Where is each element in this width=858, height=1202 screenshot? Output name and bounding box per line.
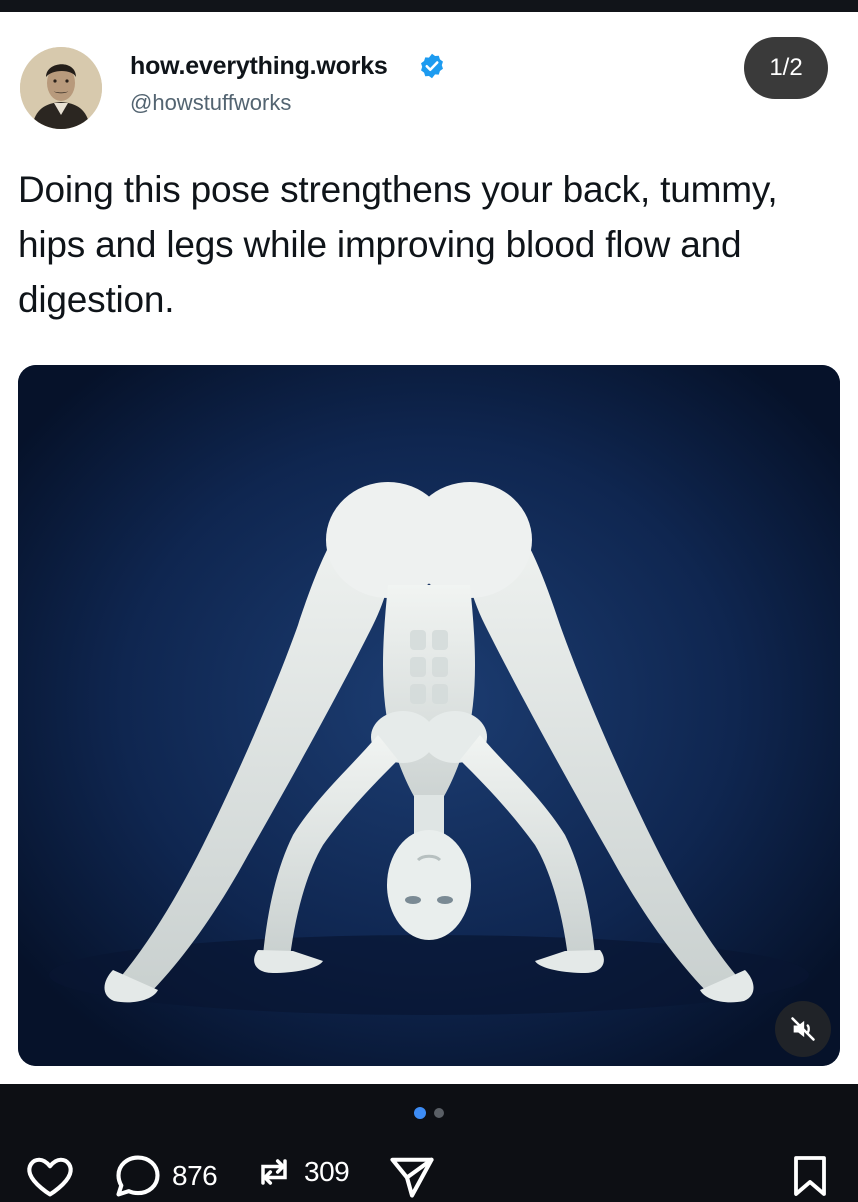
author-name[interactable]: how.everything.works xyxy=(130,52,388,81)
verified-icon xyxy=(421,53,443,79)
like-button[interactable] xyxy=(24,1150,76,1202)
share-icon xyxy=(390,1157,434,1198)
post-text: Doing this pose strengthens your back, t… xyxy=(18,169,778,320)
share-button[interactable] xyxy=(386,1150,438,1202)
mute-button[interactable] xyxy=(775,1001,831,1057)
heart-icon xyxy=(27,1157,73,1197)
carousel-dot-1[interactable] xyxy=(414,1107,426,1119)
bookmark-button[interactable] xyxy=(786,1150,834,1202)
avatar-portrait xyxy=(20,47,102,129)
post-media[interactable] xyxy=(18,365,840,1066)
page-indicator-badge: 1/2 xyxy=(744,37,828,99)
status-strip xyxy=(0,0,858,12)
avatar[interactable] xyxy=(20,47,102,129)
reply-icon xyxy=(116,1155,160,1197)
mute-icon xyxy=(791,1017,815,1041)
author-handle[interactable]: @howstuffworks xyxy=(130,90,291,116)
bookmark-icon xyxy=(794,1156,826,1196)
yoga-pose-illustration xyxy=(18,365,840,1066)
reply-button[interactable]: 876 xyxy=(112,1150,218,1202)
repost-count: 309 xyxy=(304,1156,350,1187)
repost-icon xyxy=(261,1159,287,1185)
post-card: how.everything.works @howstuffworks 1/2 … xyxy=(0,12,858,1084)
carousel-dot-2[interactable] xyxy=(434,1108,444,1118)
carousel-dots xyxy=(414,1107,444,1119)
post-action-bar: 876 309 xyxy=(0,1084,858,1200)
reply-count: 876 xyxy=(172,1160,218,1191)
repost-button[interactable]: 309 xyxy=(252,1150,350,1194)
